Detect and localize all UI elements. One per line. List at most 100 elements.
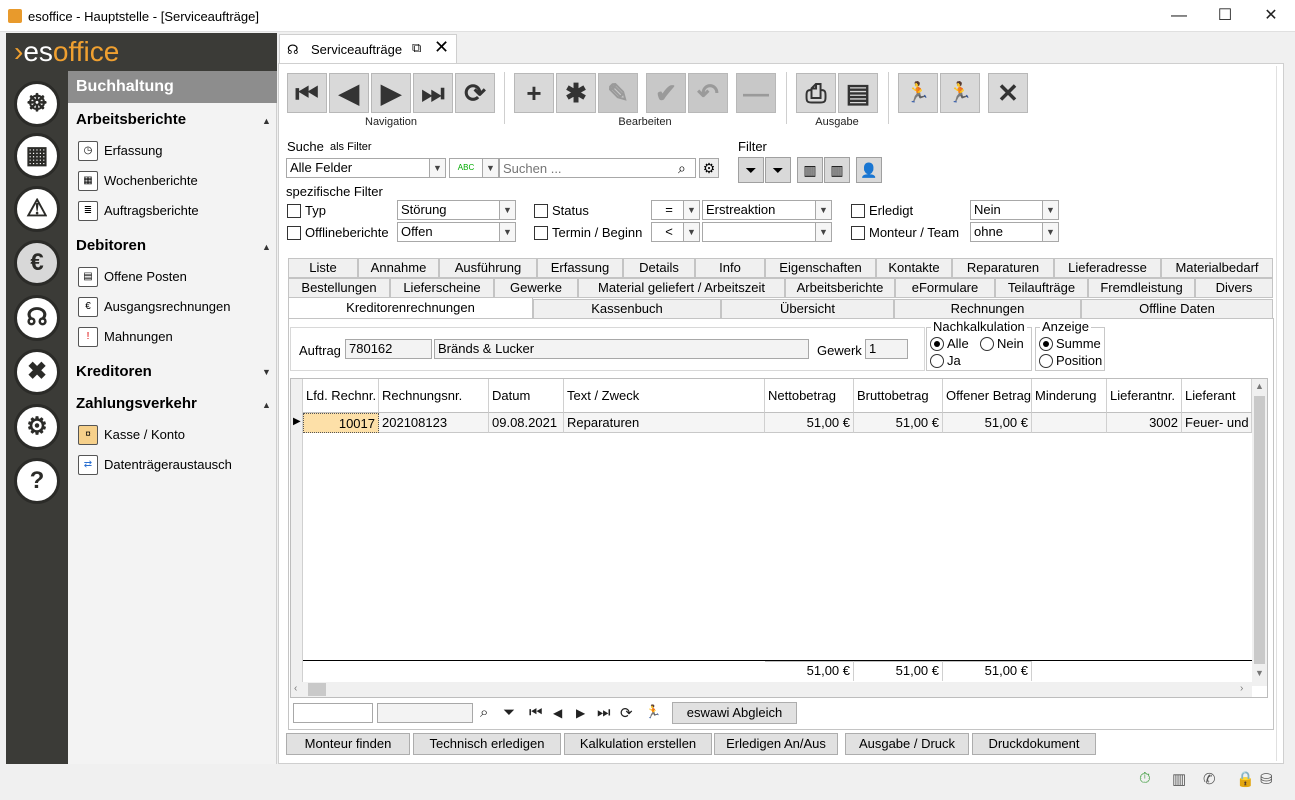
scroll-left-icon[interactable]: ‹ bbox=[294, 683, 297, 694]
edit-button[interactable]: ✎ bbox=[598, 73, 638, 113]
sidebar-item-kasse-konto[interactable]: ¤ Kasse / Konto bbox=[78, 423, 273, 447]
run-icon[interactable]: 🏃 bbox=[898, 73, 938, 113]
status-operator-select[interactable]: = bbox=[651, 200, 684, 220]
chevron-down-icon[interactable]: ▼ bbox=[500, 200, 516, 220]
chevron-down-icon[interactable]: ▼ bbox=[1043, 222, 1059, 242]
status-checkbox[interactable] bbox=[534, 204, 548, 218]
close-window-button[interactable]: ✕ bbox=[1248, 0, 1294, 32]
next-record-icon[interactable]: ▶ bbox=[576, 706, 585, 720]
search-settings-gear-icon[interactable]: ⚙ bbox=[699, 158, 719, 178]
monteur-finden-button[interactable]: Monteur finden bbox=[286, 733, 410, 755]
refresh-icon[interactable]: ⟳ bbox=[620, 704, 633, 722]
tab-erfassung[interactable]: Erfassung bbox=[537, 258, 623, 278]
sidebar-item-ausgangsrechnungen[interactable]: € Ausgangsrechnungen bbox=[78, 295, 273, 319]
add-button[interactable]: + bbox=[514, 73, 554, 113]
table-cell[interactable] bbox=[1032, 413, 1107, 433]
tab-eformulare[interactable]: eFormulare bbox=[895, 278, 995, 298]
erledigt-checkbox[interactable] bbox=[851, 204, 865, 218]
erledigen-an-aus-button[interactable]: Erledigen An/Aus bbox=[714, 733, 838, 755]
search-icon[interactable]: ⌕ bbox=[480, 704, 488, 721]
last-record-icon[interactable]: ⏭ bbox=[597, 704, 611, 721]
collapse-icon[interactable]: ▲ bbox=[262, 400, 271, 410]
column-header-minderung[interactable]: Minderung bbox=[1032, 379, 1107, 413]
tab-teilauftraege[interactable]: Teilaufträge bbox=[995, 278, 1088, 298]
tab-materialbedarf[interactable]: Materialbedarf bbox=[1161, 258, 1273, 278]
run-fast-icon[interactable]: 🏃 bbox=[940, 73, 980, 113]
table-cell[interactable]: 10017 bbox=[303, 413, 379, 433]
sidebar-item-wochenberichte[interactable]: ▦ Wochenberichte bbox=[78, 169, 273, 193]
lock-icon[interactable]: 🔒 bbox=[1236, 770, 1255, 788]
tab-divers[interactable]: Divers bbox=[1195, 278, 1273, 298]
gears-icon[interactable]: ⚙ bbox=[14, 404, 60, 450]
tab-kreditorenrechnungen[interactable]: Kreditorenrechnungen bbox=[288, 297, 533, 319]
search-field-select[interactable]: Alle Felder bbox=[286, 158, 430, 178]
offlineberichte-select[interactable]: Offen bbox=[397, 222, 500, 242]
expand-icon[interactable]: ▼ bbox=[262, 367, 271, 377]
monteur-checkbox[interactable] bbox=[851, 226, 865, 240]
column-header-lieferant[interactable]: Lieferant bbox=[1182, 379, 1252, 413]
table-cell[interactable]: 51,00 € bbox=[765, 413, 854, 433]
horizontal-scrollbar[interactable] bbox=[291, 682, 1252, 697]
kalkulation-erstellen-button[interactable]: Kalkulation erstellen bbox=[564, 733, 712, 755]
column-header-nettobetrag[interactable]: Nettobetrag bbox=[765, 379, 854, 413]
chevron-down-icon[interactable]: ▼ bbox=[816, 200, 832, 220]
chevron-down-icon[interactable]: ▼ bbox=[816, 222, 832, 242]
tab-rechnungen[interactable]: Rechnungen bbox=[894, 299, 1081, 319]
run-icon[interactable]: 🏃 bbox=[645, 704, 661, 720]
filter-icon[interactable]: ⏷ bbox=[503, 704, 515, 721]
column-header-text-zweck[interactable]: Text / Zweck bbox=[564, 379, 765, 413]
tab-liste[interactable]: Liste bbox=[288, 258, 358, 278]
tab-lieferadresse[interactable]: Lieferadresse bbox=[1054, 258, 1161, 278]
tab-fremdleistung[interactable]: Fremdleistung bbox=[1088, 278, 1195, 298]
column-header-offener-betrag[interactable]: Offener Betrag bbox=[943, 379, 1032, 413]
column-header-bruttobetrag[interactable]: Bruttobetrag bbox=[854, 379, 943, 413]
tools-icon[interactable]: ✖ bbox=[14, 349, 60, 395]
chevron-down-icon[interactable]: ▼ bbox=[684, 222, 700, 242]
nachkalkulation-ja-radio[interactable] bbox=[930, 354, 944, 368]
monteur-team-select[interactable]: ohne bbox=[970, 222, 1043, 242]
search-input[interactable] bbox=[499, 158, 696, 178]
table-cell[interactable]: Feuer- und I bbox=[1182, 413, 1252, 433]
multi-add-button[interactable]: ✱ bbox=[556, 73, 596, 113]
sidebar-item-mahnungen[interactable]: ! Mahnungen bbox=[78, 325, 273, 349]
chevron-down-icon[interactable]: ▼ bbox=[684, 200, 700, 220]
chevron-down-icon[interactable]: ▼ bbox=[500, 222, 516, 242]
vertical-scroll-thumb[interactable] bbox=[1254, 396, 1265, 664]
last-record-button[interactable]: ⏭ bbox=[413, 73, 453, 113]
druckdokument-button[interactable]: Druckdokument bbox=[972, 733, 1096, 755]
calculator-icon[interactable]: ▦ bbox=[14, 133, 60, 179]
scroll-up-icon[interactable]: ▲ bbox=[1255, 381, 1264, 391]
alarm-light-icon[interactable]: ⚠ bbox=[14, 186, 60, 232]
ausgabe-druck-button[interactable]: Ausgabe / Druck bbox=[845, 733, 969, 755]
tab-gewerke[interactable]: Gewerke bbox=[494, 278, 578, 298]
column-header-datum[interactable]: Datum bbox=[489, 379, 564, 413]
anzeige-summe-radio[interactable] bbox=[1039, 337, 1053, 351]
helm-icon[interactable]: ☸ bbox=[14, 81, 60, 127]
tab-reparaturen[interactable]: Reparaturen bbox=[952, 258, 1054, 278]
maximize-button[interactable]: ☐ bbox=[1202, 0, 1248, 32]
status-select[interactable]: Erstreaktion bbox=[702, 200, 816, 220]
column-header-rechnungsnr[interactable]: Rechnungsnr. bbox=[379, 379, 489, 413]
search-icon[interactable]: ⌕ bbox=[678, 160, 686, 177]
tab-eigenschaften[interactable]: Eigenschaften bbox=[765, 258, 876, 278]
database-icon[interactable]: ⛁ bbox=[1260, 770, 1273, 788]
popout-icon[interactable]: ⧉ bbox=[412, 40, 421, 56]
collapse-icon[interactable]: ▲ bbox=[262, 116, 271, 126]
headset-icon[interactable]: ☊ bbox=[14, 295, 60, 341]
filter-check-icon[interactable]: ⏷ bbox=[765, 157, 791, 183]
print-button[interactable]: ⎙ bbox=[796, 73, 836, 113]
column-header-lfd-rechnr[interactable]: Lfd. Rechnr. bbox=[303, 379, 379, 413]
first-record-icon[interactable]: ⏮ bbox=[529, 704, 543, 721]
tab-arbeitsberichte[interactable]: Arbeitsberichte bbox=[785, 278, 895, 298]
delete-button[interactable]: — bbox=[736, 73, 776, 113]
sidebar-item-offene-posten[interactable]: ▤ Offene Posten bbox=[78, 265, 273, 289]
tab-info[interactable]: Info bbox=[695, 258, 765, 278]
section-arbeitsberichte[interactable]: Arbeitsberichte bbox=[76, 111, 186, 128]
filter-building-down-icon[interactable]: ▥ bbox=[824, 157, 850, 183]
chevron-down-icon[interactable]: ▼ bbox=[1043, 200, 1059, 220]
table-cell[interactable]: Reparaturen bbox=[564, 413, 765, 433]
termin-select[interactable] bbox=[702, 222, 816, 242]
sidebar-item-datentraegeraustausch[interactable]: ⇄ Datenträgeraustausch bbox=[78, 453, 273, 477]
table-cell[interactable]: 202108123 bbox=[379, 413, 489, 433]
table-cell[interactable]: 51,00 € bbox=[943, 413, 1032, 433]
